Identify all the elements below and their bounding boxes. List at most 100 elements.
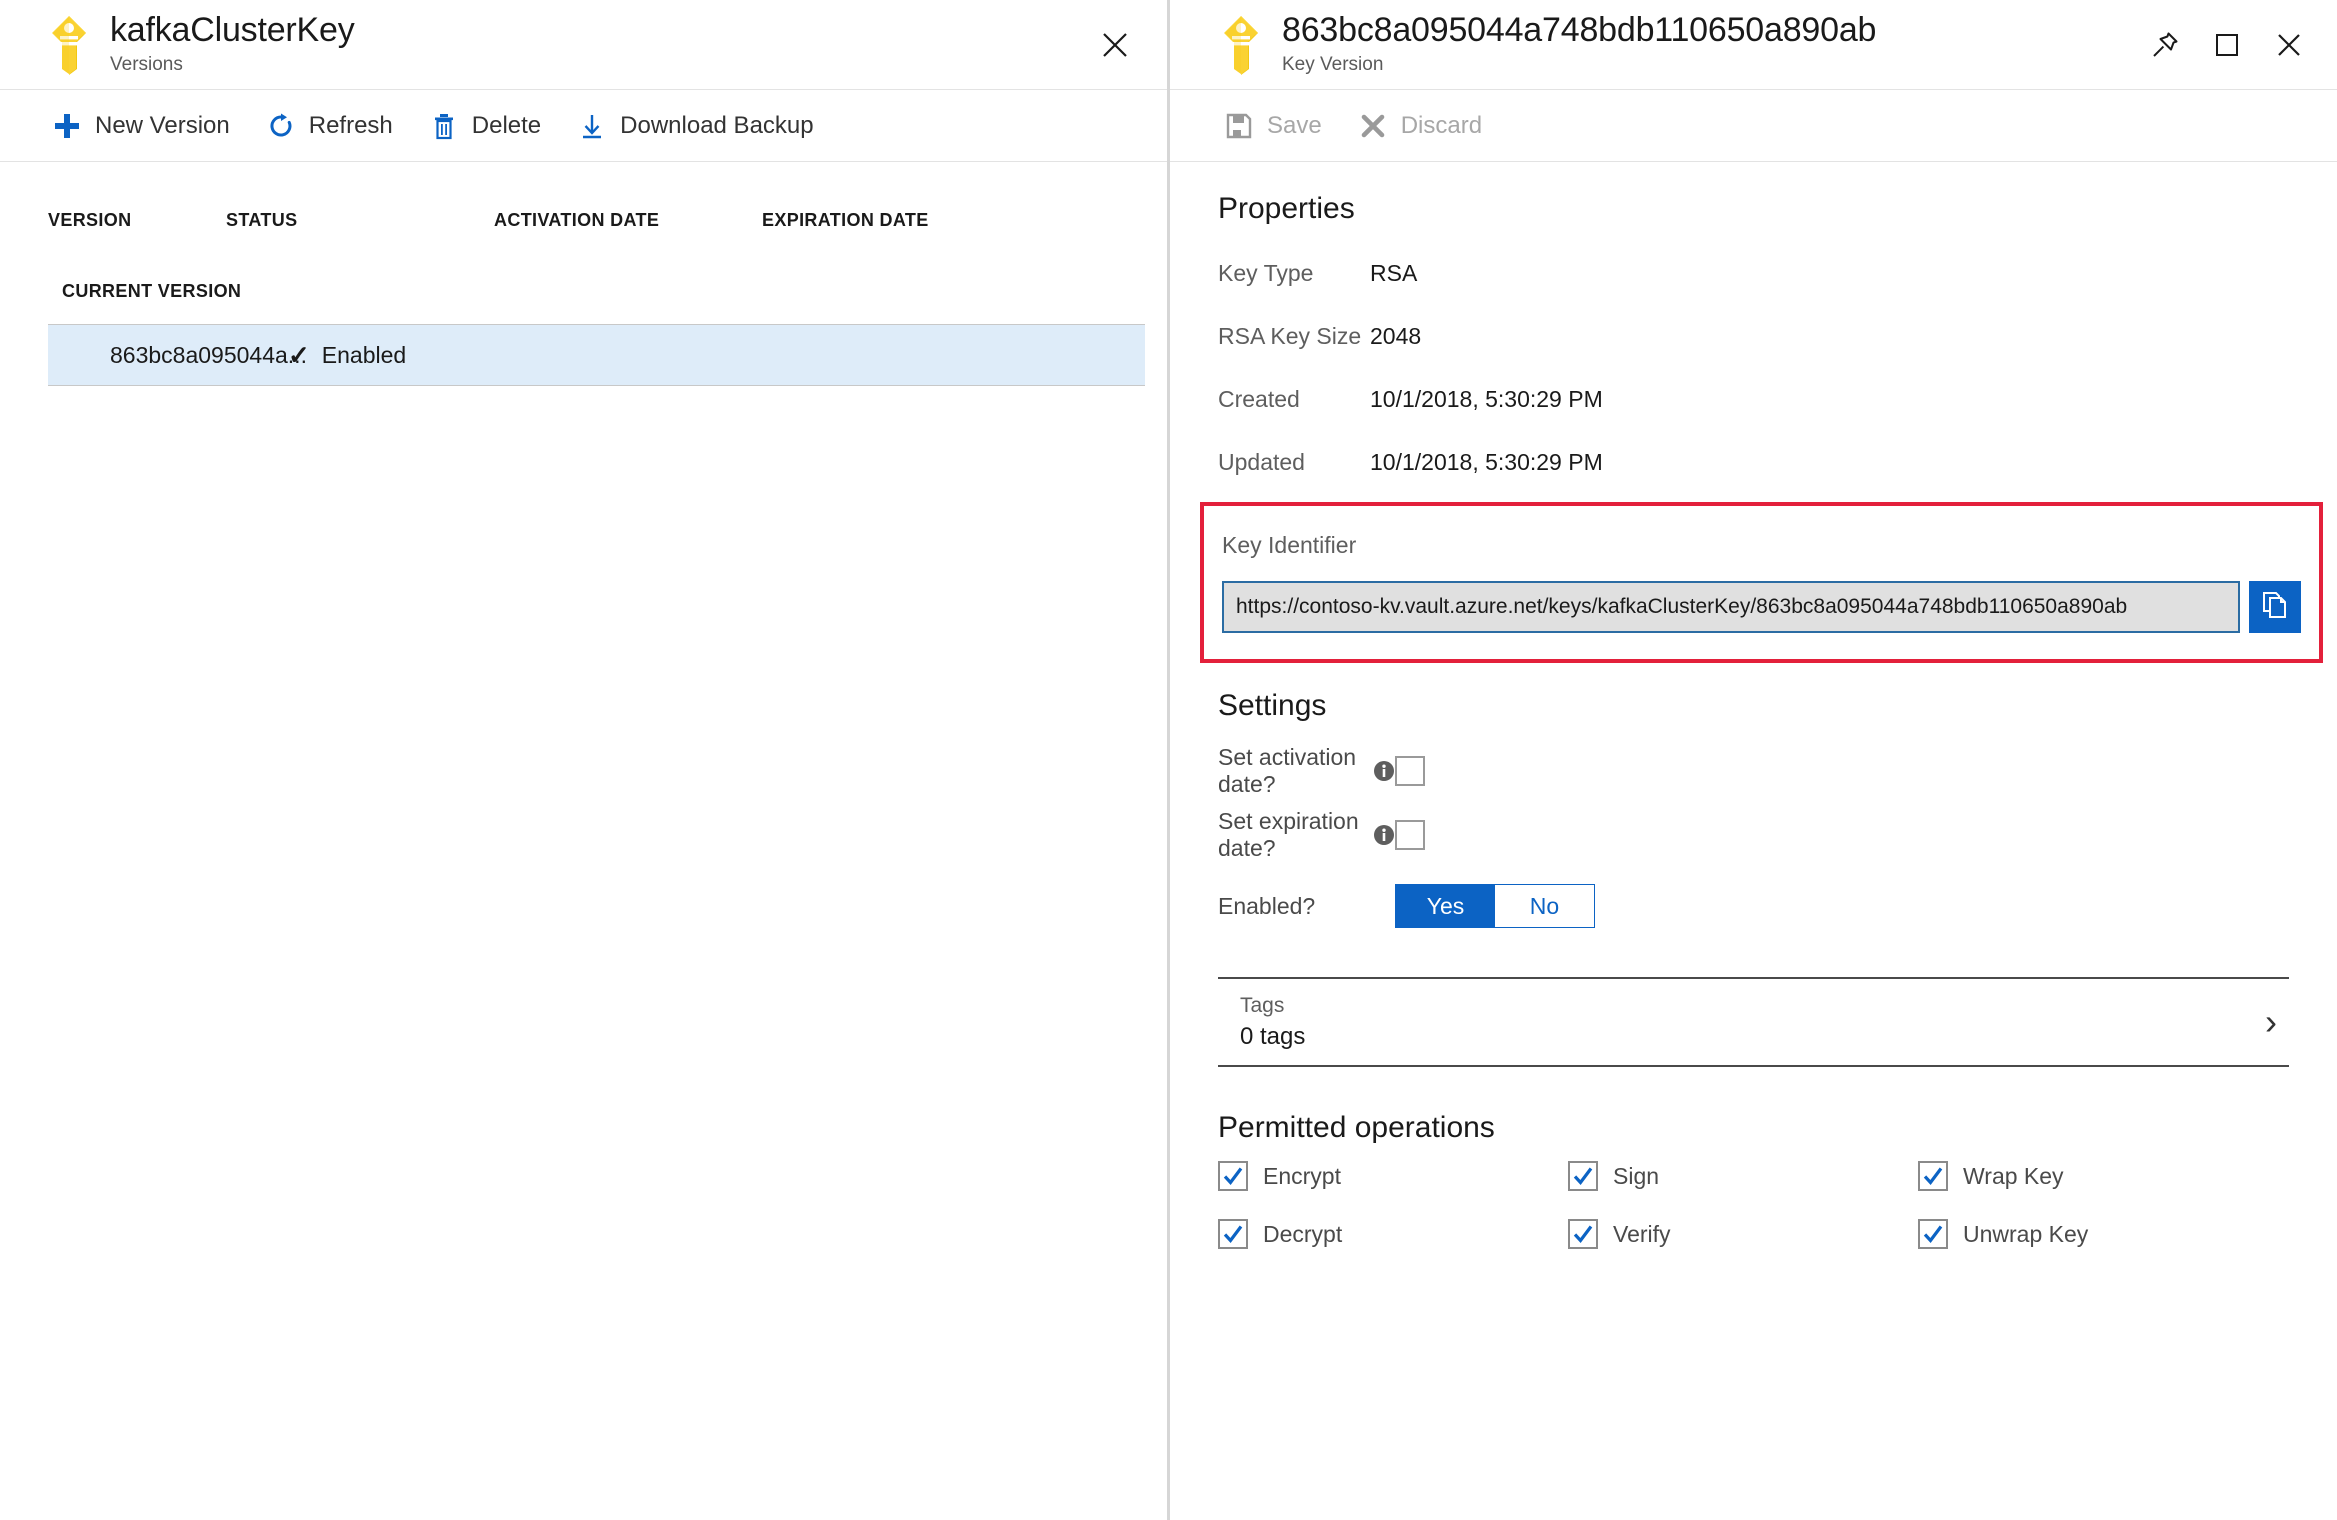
- key-version-subtitle: Key Version: [1282, 53, 1384, 75]
- decrypt-checkbox[interactable]: [1218, 1219, 1248, 1249]
- rsa-key-size-value: 2048: [1370, 323, 1422, 349]
- refresh-icon: [266, 111, 296, 141]
- refresh-button[interactable]: Refresh: [248, 99, 411, 153]
- new-version-label: New Version: [95, 111, 230, 139]
- verify-checkbox[interactable]: [1568, 1219, 1598, 1249]
- decrypt-label: Decrypt: [1263, 1220, 1343, 1247]
- property-row-created: Created 10/1/2018, 5:30:29 PM: [1218, 368, 2337, 431]
- versions-blade-header: kafkaClusterKey Versions: [0, 0, 1167, 90]
- column-header-expiration-date[interactable]: EXPIRATION DATE: [762, 210, 1030, 231]
- set-expiration-date-checkbox[interactable]: [1395, 820, 1425, 850]
- created-label: Created: [1218, 386, 1300, 412]
- save-label: Save: [1267, 111, 1322, 139]
- copy-icon: [2260, 590, 2290, 625]
- chevron-right-icon[interactable]: ›: [2265, 1004, 2285, 1040]
- key-identifier-input[interactable]: https://contoso-kv.vault.azure.net/keys/…: [1222, 581, 2240, 633]
- checkmark-icon: ✓: [288, 340, 310, 370]
- window-controls: [2141, 21, 2313, 69]
- permitted-operations-grid: Encrypt Sign Wrap Key Decrypt Verify Unw…: [1218, 1161, 2337, 1249]
- page-title: kafkaClusterKey: [110, 11, 355, 50]
- rsa-key-size-label: RSA Key Size: [1218, 323, 1362, 349]
- wrap-key-checkbox[interactable]: [1918, 1161, 1948, 1191]
- set-activation-date-label-group: Set activation date?: [1218, 744, 1395, 798]
- current-version-group-label: CURRENT VERSION: [62, 281, 242, 301]
- set-expiration-date-label: Set expiration date?: [1218, 808, 1359, 861]
- permission-unwrap-key[interactable]: Unwrap Key: [1918, 1219, 2268, 1249]
- encrypt-label: Encrypt: [1263, 1162, 1341, 1189]
- key-type-label: Key Type: [1218, 260, 1314, 286]
- sign-label: Sign: [1613, 1162, 1660, 1189]
- permission-sign[interactable]: Sign: [1568, 1161, 1918, 1191]
- settings-heading: Settings: [1218, 689, 1327, 722]
- refresh-label: Refresh: [308, 111, 393, 139]
- permission-encrypt[interactable]: Encrypt: [1218, 1161, 1568, 1191]
- download-icon: [577, 111, 607, 141]
- set-expiration-date-label-group: Set expiration date?: [1218, 808, 1395, 862]
- unwrap-key-checkbox[interactable]: [1918, 1219, 1948, 1249]
- key-identifier-field-row: https://contoso-kv.vault.azure.net/keys/…: [1222, 581, 2301, 633]
- permission-verify[interactable]: Verify: [1568, 1219, 1918, 1249]
- new-version-button[interactable]: New Version: [34, 99, 248, 153]
- key-identifier-highlight-box: Key Identifier https://contoso-kv.vault.…: [1200, 502, 2323, 663]
- key-version-toolbar: Save Discard: [1170, 90, 2337, 162]
- wrap-key-label: Wrap Key: [1963, 1162, 2064, 1189]
- key-version-body: Properties Key Type RSA RSA Key Size 204…: [1170, 162, 2337, 1249]
- key-version-blade: 863bc8a095044a748bdb110650a890ab Key Ver…: [1170, 0, 2337, 1520]
- tags-count: 0 tags: [1240, 1022, 1306, 1050]
- key-icon: [1218, 14, 1264, 76]
- version-status-label: Enabled: [321, 341, 407, 368]
- properties-heading: Properties: [1218, 192, 1355, 225]
- info-icon[interactable]: [1373, 760, 1395, 782]
- column-header-status[interactable]: STATUS: [226, 210, 494, 231]
- pin-icon[interactable]: [2141, 21, 2189, 69]
- permission-wrap-key[interactable]: Wrap Key: [1918, 1161, 2268, 1191]
- key-version-title-group: 863bc8a095044a748bdb110650a890ab Key Ver…: [1282, 11, 1877, 76]
- column-header-activation-date[interactable]: ACTIVATION DATE: [494, 210, 762, 231]
- key-icon: [46, 14, 92, 76]
- close-icon[interactable]: [1093, 23, 1137, 67]
- plus-icon: [52, 111, 82, 141]
- verify-label: Verify: [1613, 1220, 1671, 1247]
- close-icon[interactable]: [2265, 21, 2313, 69]
- download-backup-button[interactable]: Download Backup: [559, 99, 831, 153]
- unwrap-key-label: Unwrap Key: [1963, 1220, 2089, 1247]
- versions-blade-title-group: kafkaClusterKey Versions: [110, 11, 355, 76]
- azure-portal-key-vault-screen: kafkaClusterKey Versions New Version Ref…: [0, 0, 2337, 1520]
- key-type-value: RSA: [1370, 260, 1418, 286]
- enabled-label: Enabled?: [1218, 892, 1316, 919]
- page-subtitle: Versions: [110, 53, 183, 75]
- maximize-icon[interactable]: [2203, 21, 2251, 69]
- versions-toolbar: New Version Refresh Delete Download Back…: [0, 90, 1167, 162]
- sign-checkbox[interactable]: [1568, 1161, 1598, 1191]
- updated-label: Updated: [1218, 449, 1305, 475]
- versions-table-header: VERSION STATUS ACTIVATION DATE EXPIRATIO…: [48, 162, 1167, 231]
- setting-row-expiration-date: Set expiration date?: [1218, 803, 2337, 867]
- created-value: 10/1/2018, 5:30:29 PM: [1370, 386, 1603, 412]
- enabled-toggle-no[interactable]: No: [1495, 885, 1594, 927]
- property-row-rsa-key-size: RSA Key Size 2048: [1218, 305, 2337, 368]
- discard-button[interactable]: Discard: [1340, 99, 1500, 153]
- trash-icon: [429, 111, 459, 141]
- delete-button[interactable]: Delete: [411, 99, 559, 153]
- set-activation-date-checkbox[interactable]: [1395, 756, 1425, 786]
- info-icon[interactable]: [1373, 824, 1395, 846]
- key-identifier-label: Key Identifier: [1222, 532, 1357, 558]
- tags-section[interactable]: Tags 0 tags ›: [1218, 977, 2289, 1067]
- enabled-toggle-yes[interactable]: Yes: [1396, 885, 1495, 927]
- column-header-version[interactable]: VERSION: [48, 210, 226, 231]
- permission-decrypt[interactable]: Decrypt: [1218, 1219, 1568, 1249]
- tags-text-group: Tags 0 tags: [1240, 994, 1305, 1051]
- key-version-blade-header: 863bc8a095044a748bdb110650a890ab Key Ver…: [1170, 0, 2337, 90]
- save-button[interactable]: Save: [1206, 99, 1340, 153]
- key-version-title: 863bc8a095044a748bdb110650a890ab: [1282, 11, 1877, 50]
- encrypt-checkbox[interactable]: [1218, 1161, 1248, 1191]
- version-id-cell: 863bc8a095044a...: [110, 341, 307, 368]
- permitted-operations-section: Permitted operations Encrypt Sign Wrap K…: [1170, 1111, 2337, 1249]
- versions-blade: kafkaClusterKey Versions New Version Ref…: [0, 0, 1170, 1520]
- tags-label: Tags: [1240, 993, 1285, 1017]
- property-row-updated: Updated 10/1/2018, 5:30:29 PM: [1218, 431, 2337, 494]
- copy-button[interactable]: [2249, 581, 2301, 633]
- updated-value: 10/1/2018, 5:30:29 PM: [1370, 449, 1603, 475]
- enabled-toggle[interactable]: Yes No: [1395, 884, 1595, 928]
- table-row[interactable]: 863bc8a095044a... ✓ Enabled: [48, 324, 1145, 386]
